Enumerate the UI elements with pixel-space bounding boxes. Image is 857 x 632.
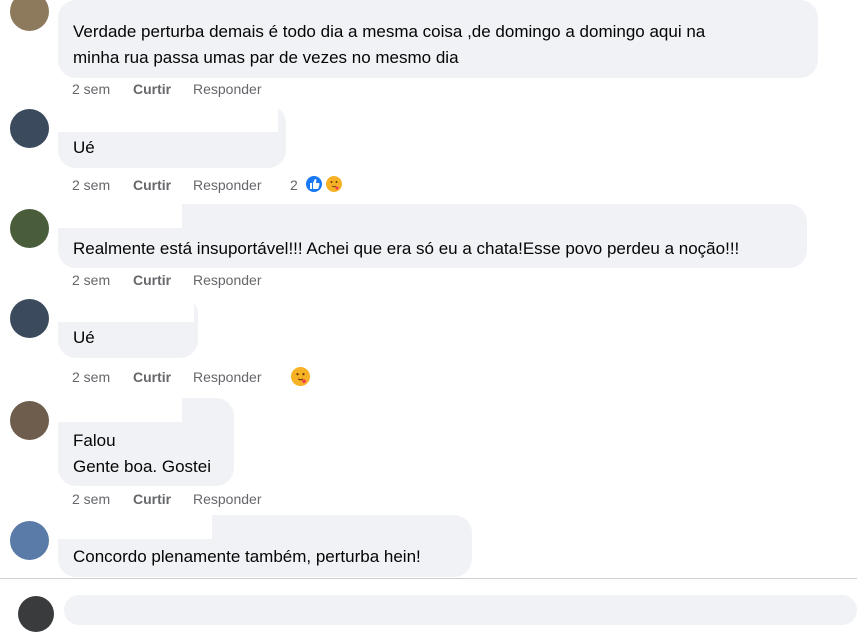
comment-time[interactable]: 2 sem — [72, 79, 110, 99]
comment-text-line: Gente boa. Gostei — [73, 457, 211, 476]
comment-bubble: Verdade perturba demais é todo dia a mes… — [58, 0, 818, 78]
comment-time[interactable]: 2 sem — [72, 489, 110, 509]
comment-text-line: Falou — [73, 431, 116, 450]
like-button[interactable]: Curtir — [133, 175, 171, 195]
comment-bubble: Falou Gente boa. Gostei — [58, 398, 234, 486]
comment-bubble: Concordo plenamente também, perturba hei… — [58, 515, 472, 577]
section-divider — [0, 578, 857, 579]
like-button[interactable]: Curtir — [133, 270, 171, 290]
redacted-name — [58, 515, 212, 539]
reply-button[interactable]: Responder — [193, 367, 262, 387]
reply-button[interactable]: Responder — [193, 175, 262, 195]
comment-text-line: minha rua passa umas par de vezes no mes… — [73, 48, 459, 67]
avatar[interactable] — [10, 209, 49, 248]
reply-button[interactable]: Responder — [193, 489, 262, 509]
redacted-name — [58, 296, 194, 322]
like-button[interactable]: Curtir — [133, 79, 171, 99]
comment-time[interactable]: 2 sem — [72, 367, 110, 387]
avatar[interactable] — [10, 109, 49, 148]
avatar[interactable] — [10, 0, 49, 31]
comment-text-line: Ué — [73, 138, 95, 157]
avatar[interactable] — [10, 299, 49, 338]
comment-bubble: Realmente está insuportável!!! Achei que… — [58, 204, 807, 268]
comment-composer[interactable] — [64, 595, 857, 625]
avatar[interactable] — [18, 596, 54, 632]
reply-button[interactable]: Responder — [193, 79, 262, 99]
care-reaction-icon — [324, 174, 344, 194]
like-button[interactable]: Curtir — [133, 489, 171, 509]
comment-text-line: Ué — [73, 328, 95, 347]
reaction-count[interactable]: 2 — [290, 175, 298, 195]
redacted-name — [58, 398, 182, 422]
avatar[interactable] — [10, 521, 49, 560]
comment-text-line: Concordo plenamente também, perturba hei… — [73, 547, 421, 566]
comment-bubble: Ué — [58, 105, 286, 168]
reply-button[interactable]: Responder — [193, 270, 262, 290]
comment-text-line: Realmente está insuportável!!! Achei que… — [73, 239, 740, 258]
redacted-name — [58, 105, 278, 132]
redacted-name — [58, 204, 182, 228]
like-reaction-icon — [304, 174, 324, 194]
comment-text-line: Verdade perturba demais é todo dia a mes… — [73, 22, 706, 41]
comment-bubble: Ué — [58, 296, 198, 358]
like-button[interactable]: Curtir — [133, 367, 171, 387]
avatar[interactable] — [10, 401, 49, 440]
comment-time[interactable]: 2 sem — [72, 270, 110, 290]
care-reaction-icon[interactable] — [289, 365, 312, 388]
comment-time[interactable]: 2 sem — [72, 175, 110, 195]
